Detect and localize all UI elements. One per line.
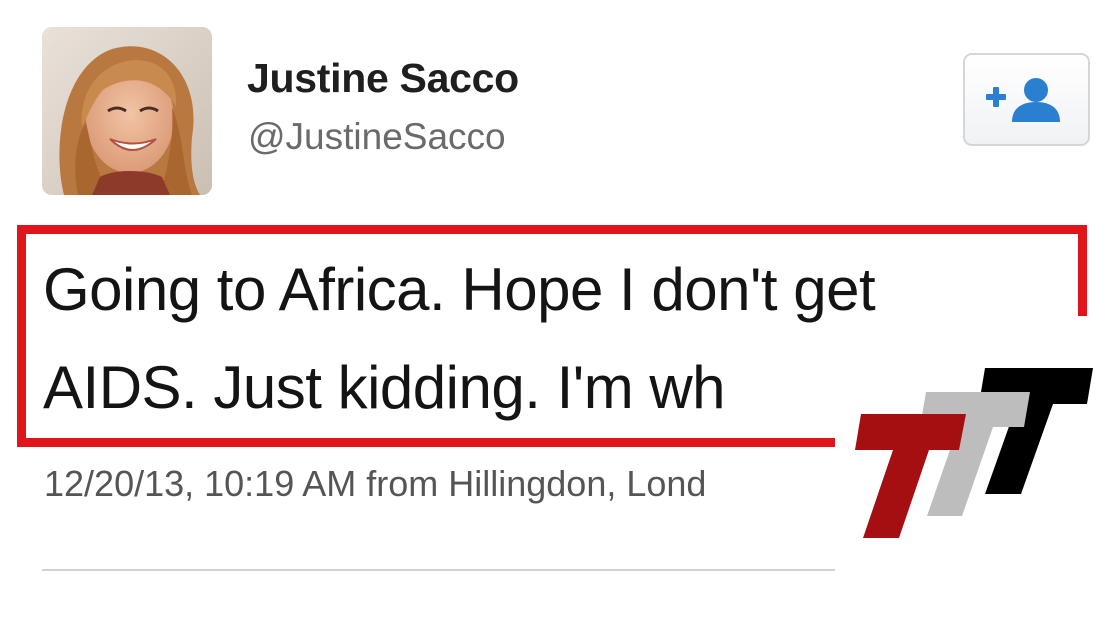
ttt-logo-icon	[855, 368, 1093, 538]
tweet-text-line-1: Going to Africa. Hope I don't get	[43, 256, 876, 323]
watermark-logo	[835, 316, 1115, 627]
avatar-photo-icon	[42, 27, 212, 195]
tweet-timestamp[interactable]: 12/20/13, 10:19 AM from Hillingdon, Lond	[44, 463, 706, 505]
follow-button[interactable]	[963, 53, 1090, 146]
tweet-text-line-2: AIDS. Just kidding. I'm wh	[43, 354, 726, 421]
user-handle[interactable]: @JustineSacco	[248, 116, 506, 158]
add-person-icon	[985, 77, 1060, 122]
tweet-screenshot: Justine Sacco @JustineSacco Going to Afr…	[0, 0, 1115, 627]
display-name[interactable]: Justine Sacco	[247, 55, 519, 102]
divider	[42, 569, 842, 571]
avatar[interactable]	[42, 27, 212, 195]
